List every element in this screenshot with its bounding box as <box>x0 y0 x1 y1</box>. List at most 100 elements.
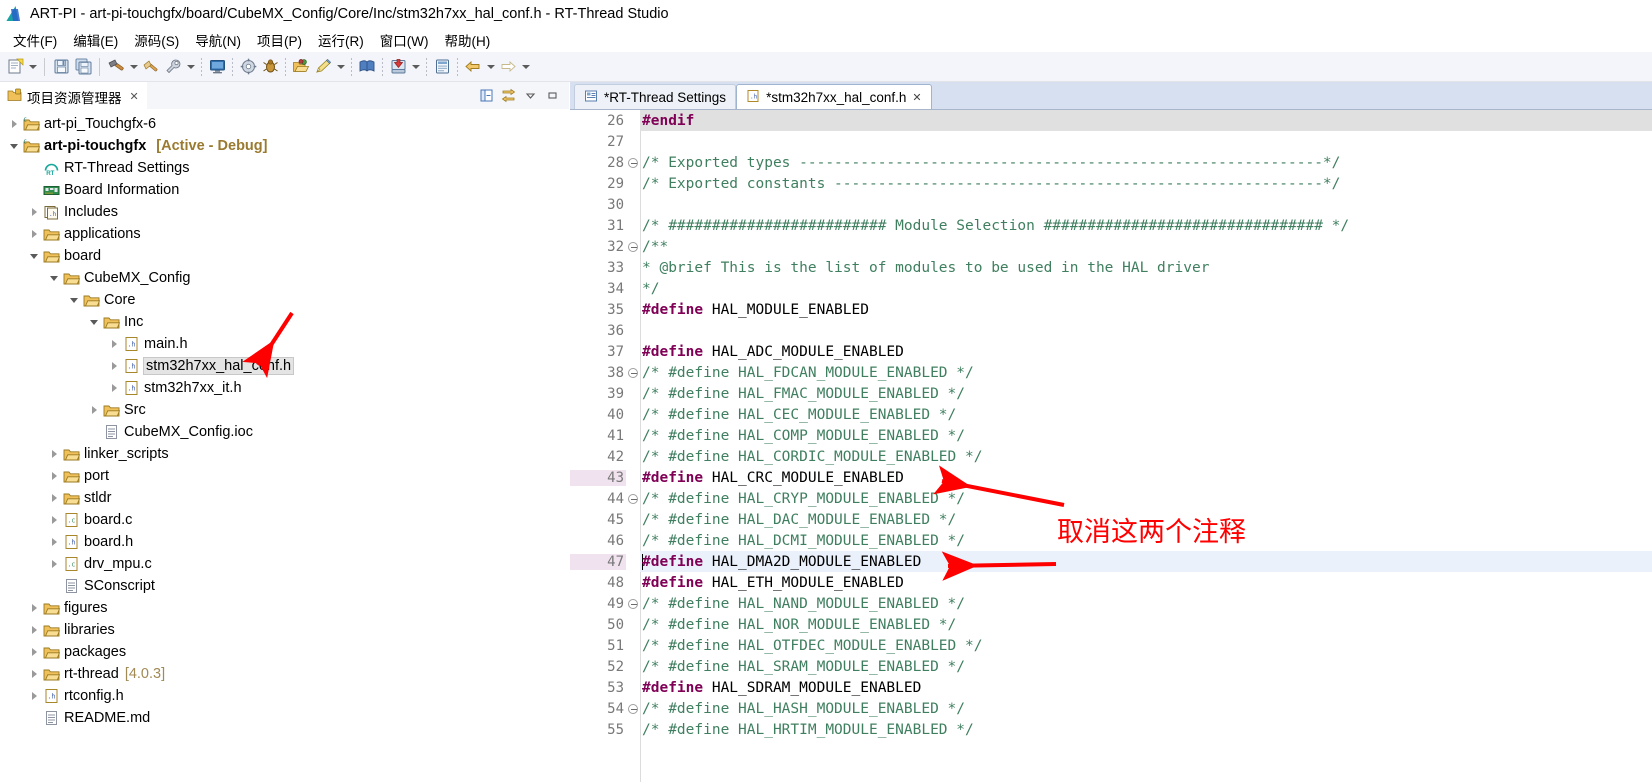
menu-window[interactable]: 窗口(W) <box>373 28 438 52</box>
code-line[interactable]: 29 /* Exported constants ----------------… <box>570 173 1652 194</box>
chevron-right-icon[interactable] <box>26 604 42 612</box>
code-line[interactable]: 27 <box>570 131 1652 152</box>
fold-collapse-icon[interactable] <box>626 241 640 252</box>
menu-file[interactable]: 文件(F) <box>6 28 66 52</box>
code-line[interactable]: 41 /* #define HAL_COMP_MODULE_ENABLED */ <box>570 425 1652 446</box>
chevron-right-icon[interactable] <box>46 494 62 502</box>
tree-item-includes[interactable]: .h Includes <box>0 201 569 223</box>
chevron-right-icon[interactable] <box>46 560 62 568</box>
pencil-icon[interactable] <box>312 56 334 78</box>
menu-source[interactable]: 源码(S) <box>127 28 188 52</box>
fold-collapse-icon[interactable] <box>626 493 640 504</box>
code-line[interactable]: 44 /* #define HAL_CRYP_MODULE_ENABLED */ <box>570 488 1652 509</box>
tree-item-readme-md[interactable]: README.md <box>0 707 569 729</box>
tree-item-stm32h7xx-hal-conf-h[interactable]: .h stm32h7xx_hal_conf.h <box>0 355 569 377</box>
chevron-right-icon[interactable] <box>26 648 42 656</box>
back-dropdown-icon[interactable] <box>484 56 497 78</box>
code-line[interactable]: 51 /* #define HAL_OTFDEC_MODULE_ENABLED *… <box>570 635 1652 656</box>
close-icon[interactable]: ✕ <box>130 90 139 103</box>
tree-item-src[interactable]: Src <box>0 399 569 421</box>
new-file-icon[interactable] <box>4 56 26 78</box>
tree-item-figures[interactable]: figures <box>0 597 569 619</box>
console-icon[interactable] <box>431 56 453 78</box>
code-line[interactable]: 26 #endif <box>570 110 1652 131</box>
tree-item-drv-mpu-c[interactable]: .c drv_mpu.c <box>0 553 569 575</box>
code-line[interactable]: 52 /* #define HAL_SRAM_MODULE_ENABLED */ <box>570 656 1652 677</box>
tree-item-applications[interactable]: applications <box>0 223 569 245</box>
code-line[interactable]: 48 #define HAL_ETH_MODULE_ENABLED <box>570 572 1652 593</box>
forward-dropdown-icon[interactable] <box>519 56 532 78</box>
view-menu-icon[interactable] <box>521 87 539 105</box>
download-icon[interactable] <box>387 56 409 78</box>
debug-bug-icon[interactable] <box>259 56 281 78</box>
fold-collapse-icon[interactable] <box>626 157 640 168</box>
clean-icon[interactable] <box>140 56 162 78</box>
code-line[interactable]: 39 /* #define HAL_FMAC_MODULE_ENABLED */ <box>570 383 1652 404</box>
chevron-right-icon[interactable] <box>46 516 62 524</box>
fold-collapse-icon[interactable] <box>626 367 640 378</box>
back-arrow-icon[interactable] <box>462 56 484 78</box>
code-line[interactable]: 47 #define HAL_DMA2D_MODULE_ENABLED <box>570 551 1652 572</box>
chevron-right-icon[interactable] <box>106 340 122 348</box>
settings-wrench-icon[interactable] <box>162 56 184 78</box>
code-line[interactable]: 53 #define HAL_SDRAM_MODULE_ENABLED <box>570 677 1652 698</box>
settings-dropdown-icon[interactable] <box>184 56 197 78</box>
code-line[interactable]: 31 /* ######################### Module Se… <box>570 215 1652 236</box>
tree-item-stm32h7xx-it-h[interactable]: .h stm32h7xx_it.h <box>0 377 569 399</box>
code-line[interactable]: 34 */ <box>570 278 1652 299</box>
code-line[interactable]: 43 #define HAL_CRC_MODULE_ENABLED <box>570 467 1652 488</box>
download-dropdown-icon[interactable] <box>409 56 422 78</box>
link-with-editor-icon[interactable] <box>499 87 517 105</box>
project-tree[interactable]: Cart-pi_Touchgfx-6 Cart-pi-touchgfx [Acti… <box>0 109 569 782</box>
chevron-right-icon[interactable] <box>26 230 42 238</box>
menu-run[interactable]: 运行(R) <box>311 28 373 52</box>
chevron-down-icon[interactable] <box>86 320 102 325</box>
tree-item-rt-thread-settings[interactable]: RT RT-Thread Settings <box>0 157 569 179</box>
chevron-right-icon[interactable] <box>46 472 62 480</box>
tab-rt-thread-settings[interactable]: *RT-Thread Settings <box>574 84 737 110</box>
save-all-icon[interactable] <box>72 56 94 78</box>
code-line[interactable]: 49 /* #define HAL_NAND_MODULE_ENABLED */ <box>570 593 1652 614</box>
chevron-right-icon[interactable] <box>6 120 22 128</box>
tree-item-port[interactable]: port <box>0 465 569 487</box>
chevron-right-icon[interactable] <box>46 538 62 546</box>
menu-edit[interactable]: 编辑(E) <box>66 28 127 52</box>
tree-item-board-information[interactable]: Board Information <box>0 179 569 201</box>
chevron-right-icon[interactable] <box>26 670 42 678</box>
tree-item-cubemx-config-ioc[interactable]: CubeMX_Config.ioc <box>0 421 569 443</box>
chevron-down-icon[interactable] <box>26 254 42 259</box>
tree-item-linker-scripts[interactable]: linker_scripts <box>0 443 569 465</box>
tree-item-art-pi-touchgfx-6[interactable]: Cart-pi_Touchgfx-6 <box>0 113 569 135</box>
close-icon[interactable]: ✕ <box>912 91 921 104</box>
open-package-icon[interactable] <box>290 56 312 78</box>
chevron-down-icon[interactable] <box>66 298 82 303</box>
code-line[interactable]: 37 #define HAL_ADC_MODULE_ENABLED <box>570 341 1652 362</box>
minimize-view-icon[interactable] <box>543 87 561 105</box>
chevron-right-icon[interactable] <box>106 362 122 370</box>
chevron-right-icon[interactable] <box>26 626 42 634</box>
menu-help[interactable]: 帮助(H) <box>437 28 499 52</box>
build-hammer-icon[interactable] <box>105 56 127 78</box>
code-line[interactable]: 28 /* Exported types --------------------… <box>570 152 1652 173</box>
new-file-dropdown-icon[interactable] <box>26 56 39 78</box>
tree-item-packages[interactable]: packages <box>0 641 569 663</box>
menu-project[interactable]: 项目(P) <box>250 28 311 52</box>
tab-project-explorer[interactable]: 项目资源管理器 ✕ <box>0 82 147 109</box>
tree-item-libraries[interactable]: libraries <box>0 619 569 641</box>
code-line[interactable]: 45 /* #define HAL_DAC_MODULE_ENABLED */ <box>570 509 1652 530</box>
tree-item-art-pi-touchgfx[interactable]: Cart-pi-touchgfx [Active - Debug] <box>0 135 569 157</box>
tree-item-board-h[interactable]: .h board.h <box>0 531 569 553</box>
chevron-right-icon[interactable] <box>106 384 122 392</box>
terminal-icon[interactable] <box>206 56 228 78</box>
chevron-down-icon[interactable] <box>46 276 62 281</box>
tree-item-board-c[interactable]: .c board.c <box>0 509 569 531</box>
build-dropdown-icon[interactable] <box>127 56 140 78</box>
code-editor[interactable]: 26 #endif 27 28 /* Exported types ----------… <box>570 110 1652 782</box>
gear-icon[interactable] <box>237 56 259 78</box>
tree-item-inc[interactable]: Inc <box>0 311 569 333</box>
tree-item-stldr[interactable]: stldr <box>0 487 569 509</box>
forward-arrow-icon[interactable] <box>497 56 519 78</box>
code-line[interactable]: 40 /* #define HAL_CEC_MODULE_ENABLED */ <box>570 404 1652 425</box>
code-line[interactable]: 36 <box>570 320 1652 341</box>
tree-item-board[interactable]: board <box>0 245 569 267</box>
